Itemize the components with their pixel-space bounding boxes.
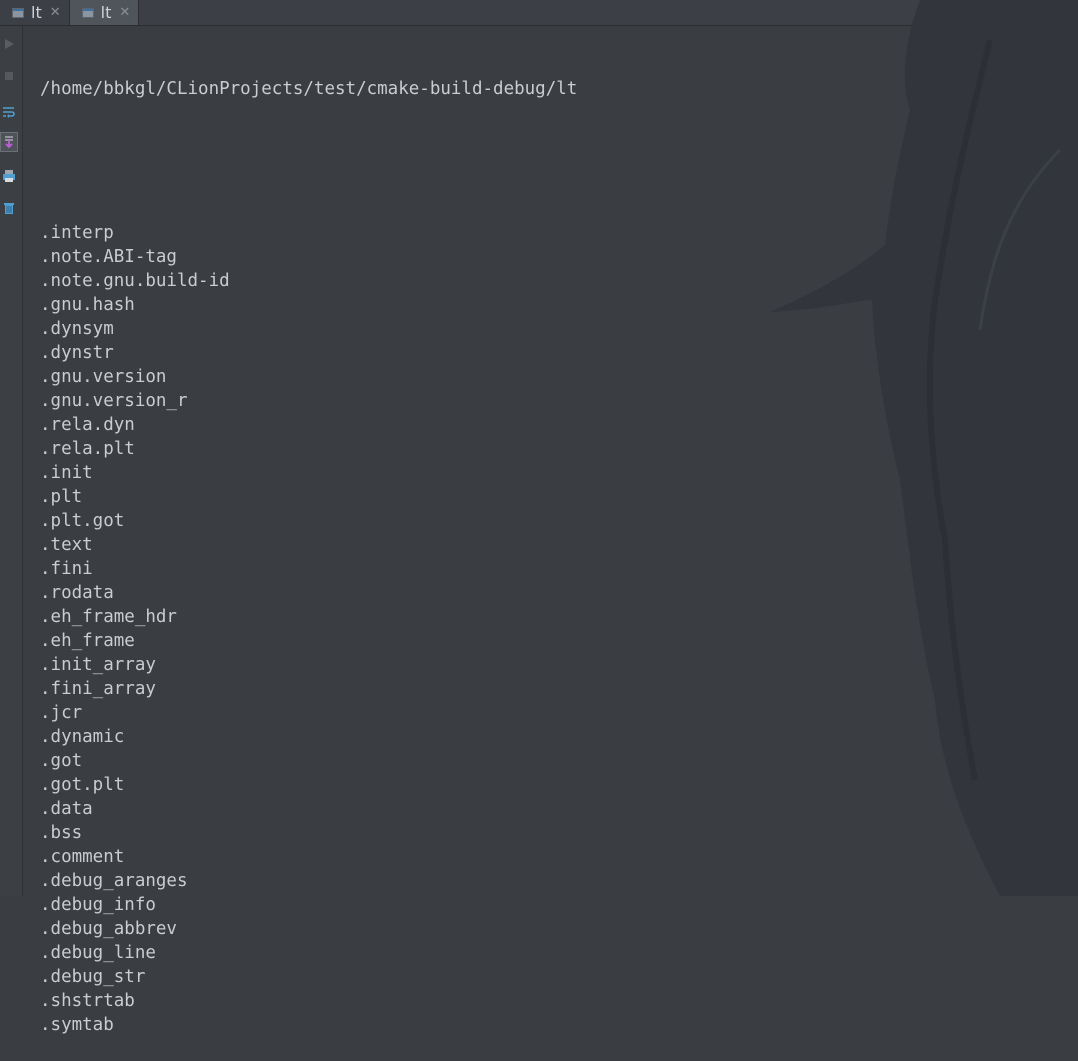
- tab-label: lt: [31, 3, 42, 22]
- scroll-to-end-icon[interactable]: [0, 132, 18, 152]
- section-line: .debug_str: [40, 967, 146, 987]
- section-line: .text: [40, 535, 93, 555]
- section-line: .fini: [40, 559, 93, 579]
- section-line: .got: [40, 751, 83, 771]
- section-line: .interp: [40, 223, 114, 243]
- section-line: .gnu.version: [40, 367, 167, 387]
- terminal-output[interactable]: /home/bbkgl/CLionProjects/test/cmake-bui…: [40, 29, 577, 1061]
- section-line: .debug_info: [40, 895, 156, 915]
- section-line: .gnu.hash: [40, 295, 135, 315]
- tab-lt-2[interactable]: lt ✕: [69, 0, 140, 25]
- section-line: .plt.got: [40, 511, 125, 531]
- section-line: .fini_array: [40, 679, 156, 699]
- section-line: .comment: [40, 847, 125, 867]
- close-icon[interactable]: ✕: [119, 5, 130, 20]
- section-line: .debug_line: [40, 943, 156, 963]
- section-line: .dynsym: [40, 319, 114, 339]
- section-line: .note.gnu.build-id: [40, 271, 230, 291]
- terminal-icon: [81, 6, 96, 20]
- section-line: .rela.plt: [40, 439, 135, 459]
- close-icon[interactable]: ✕: [50, 5, 61, 20]
- stop-icon[interactable]: [0, 66, 18, 86]
- section-line: .dynamic: [40, 727, 125, 747]
- section-line: .bss: [40, 823, 83, 843]
- section-list: .interp .note.ABI-tag .note.gnu.build-id .g…: [40, 221, 577, 1037]
- section-line: .dynstr: [40, 343, 114, 363]
- tab-label: lt: [100, 3, 112, 22]
- binary-path: /home/bbkgl/CLionProjects/test/cmake-bui…: [40, 79, 578, 99]
- section-line: .shstrtab: [40, 991, 135, 1011]
- section-line: .jcr: [40, 703, 83, 723]
- trash-icon[interactable]: [0, 198, 18, 218]
- section-line: .note.ABI-tag: [40, 247, 177, 267]
- section-line: .plt: [40, 487, 83, 507]
- terminal-icon: [12, 6, 26, 20]
- section-line: .eh_frame: [40, 631, 135, 651]
- tab-lt-1[interactable]: lt ✕: [0, 0, 70, 25]
- section-line: .debug_abbrev: [40, 919, 177, 939]
- section-line: .symtab: [40, 1015, 114, 1035]
- section-line: .debug_aranges: [40, 871, 188, 891]
- section-line: .data: [40, 799, 93, 819]
- section-line: .rela.dyn: [40, 415, 135, 435]
- print-icon[interactable]: [0, 166, 18, 186]
- section-line: .eh_frame_hdr: [40, 607, 177, 627]
- section-line: .rodata: [40, 583, 114, 603]
- run-toolbar: [0, 26, 23, 896]
- background-artwork: [770, 0, 1078, 896]
- soft-wrap-icon[interactable]: [0, 102, 18, 122]
- run-icon[interactable]: [0, 34, 18, 54]
- section-line: .gnu.version_r: [40, 391, 188, 411]
- section-line: .got.plt: [40, 775, 125, 795]
- section-line: .init_array: [40, 655, 156, 675]
- section-line: .init: [40, 463, 93, 483]
